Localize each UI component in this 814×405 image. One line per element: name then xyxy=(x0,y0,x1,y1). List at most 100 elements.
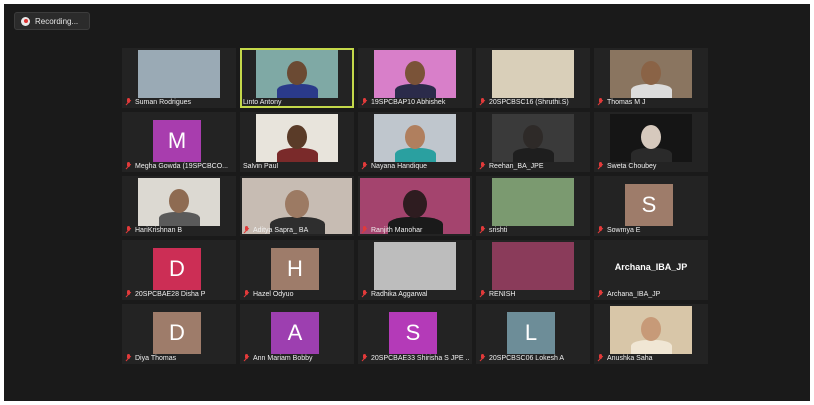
participant-face xyxy=(404,60,426,85)
participant-name-tag: srishti xyxy=(479,226,588,234)
participant-body xyxy=(276,147,318,162)
participant-tile[interactable]: D Diya Thomas xyxy=(122,304,236,364)
mic-muted-icon xyxy=(125,290,132,298)
participant-name: Ann Mariam Bobby xyxy=(253,354,313,362)
participant-tile[interactable]: Sweta Choubey xyxy=(594,112,708,172)
mic-muted-icon xyxy=(597,354,604,362)
participant-tile[interactable]: L 20SPCBSC06 Lokesh A xyxy=(476,304,590,364)
participant-tile[interactable]: 20SPCBSC16 (Shruthi.S) xyxy=(476,48,590,108)
participant-tile[interactable]: HariKrishnan B xyxy=(122,176,236,236)
mic-muted-icon xyxy=(479,354,486,362)
participant-name-tag: RENISH xyxy=(479,290,588,298)
participant-name: Hazel Odyuo xyxy=(253,290,294,298)
mic-muted-icon xyxy=(125,226,132,234)
participant-face xyxy=(286,60,308,85)
participant-avatar: S xyxy=(389,312,437,354)
participant-name: Radhika Aggarwal xyxy=(371,290,428,298)
participant-name-tag: Salvin Paul xyxy=(243,163,352,170)
participant-body xyxy=(630,83,672,98)
participant-video xyxy=(610,114,692,162)
participant-tile[interactable]: Suman Rodrigues xyxy=(122,48,236,108)
mic-muted-icon xyxy=(479,290,486,298)
participant-body xyxy=(394,83,436,98)
participant-video xyxy=(374,50,456,98)
participant-name: Salvin Paul xyxy=(243,163,279,170)
participant-tile[interactable]: Salvin Paul xyxy=(240,112,354,172)
mic-muted-icon xyxy=(361,354,368,362)
mic-muted-icon xyxy=(479,162,486,170)
participant-body xyxy=(512,147,554,162)
participant-body xyxy=(630,147,672,162)
participant-name: Anushka Saha xyxy=(607,354,653,362)
participant-picture xyxy=(492,50,574,98)
participant-name-tag: Ranjith Manohar xyxy=(361,226,470,234)
participant-face xyxy=(640,316,662,341)
participant-name: 19SPCBAP10 Abhishek xyxy=(371,98,446,106)
participant-tile[interactable]: RENISH xyxy=(476,240,590,300)
participant-avatar: D xyxy=(153,312,201,354)
participant-name: Sweta Choubey xyxy=(607,162,657,170)
participant-name: HariKrishnan B xyxy=(135,226,183,234)
participant-name: 20SPCBSC06 Lokesh A xyxy=(489,354,565,362)
participant-tile[interactable]: D 20SPCBAE28 Disha P xyxy=(122,240,236,300)
participant-tile[interactable]: S Sowmya E xyxy=(594,176,708,236)
participant-tile[interactable]: Anushka Saha xyxy=(594,304,708,364)
participant-face xyxy=(168,188,190,213)
participant-tile[interactable]: srishti xyxy=(476,176,590,236)
participant-avatar: S xyxy=(625,184,673,226)
participant-tile[interactable]: Thomas M J xyxy=(594,48,708,108)
participant-tile[interactable]: Nayana Handique xyxy=(358,112,472,172)
participant-name-tag: Megha Gowda (19SPCBCO... xyxy=(125,162,234,170)
participant-name: 20SPCBAE33 Shirisha S JPE ... xyxy=(371,354,470,362)
participant-name-tag: Sweta Choubey xyxy=(597,162,706,170)
participant-name: Nayana Handique xyxy=(371,162,428,170)
participant-avatar: A xyxy=(271,312,319,354)
participant-name: srishti xyxy=(489,226,508,234)
participant-tile[interactable]: H Hazel Odyuo xyxy=(240,240,354,300)
participant-name: 20SPCBAE28 Disha P xyxy=(135,290,206,298)
participant-tile[interactable]: A Ann Mariam Bobby xyxy=(240,304,354,364)
participant-avatar: H xyxy=(271,248,319,290)
participant-name-tag: Archana_IBA_JP xyxy=(597,290,706,298)
participant-name: Sowmya E xyxy=(607,226,641,234)
meeting-window: Recording... Suman Rodrigues Linto Antony… xyxy=(4,4,810,401)
participant-name: Archana_IBA_JP xyxy=(607,290,661,298)
participant-name-tag: Hazel Odyuo xyxy=(243,290,352,298)
participant-name-tag: Aditya Sapra_ BA xyxy=(243,226,352,234)
participant-face xyxy=(404,124,426,149)
participant-tile[interactable]: Reehan_BA_JPE xyxy=(476,112,590,172)
recording-indicator[interactable]: Recording... xyxy=(14,12,90,30)
participant-name-tag: Thomas M J xyxy=(597,98,706,106)
participant-picture xyxy=(492,178,574,226)
participant-video xyxy=(138,178,220,226)
participant-body xyxy=(158,211,200,226)
participant-tile[interactable]: Radhika Aggarwal xyxy=(358,240,472,300)
participant-tile[interactable]: Aditya Sapra_ BA xyxy=(240,176,354,236)
participant-name: 20SPCBSC16 (Shruthi.S) xyxy=(489,98,569,106)
participant-name: Aditya Sapra_ BA xyxy=(253,226,309,234)
participant-tile[interactable]: Archana_IBA_JP Archana_IBA_JP xyxy=(594,240,708,300)
participant-tile[interactable]: S 20SPCBAE33 Shirisha S JPE ... xyxy=(358,304,472,364)
mic-muted-icon xyxy=(125,98,132,106)
participant-tile[interactable]: M Megha Gowda (19SPCBCO... xyxy=(122,112,236,172)
participant-video xyxy=(374,114,456,162)
participant-face xyxy=(640,124,662,149)
participant-name: Diya Thomas xyxy=(135,354,177,362)
participant-name-tag: Diya Thomas xyxy=(125,354,234,362)
participant-tile[interactable]: 19SPCBAP10 Abhishek xyxy=(358,48,472,108)
participant-tile[interactable]: Linto Antony xyxy=(240,48,354,108)
participant-picture xyxy=(374,242,456,290)
mic-muted-icon xyxy=(243,226,250,234)
participant-name-tag: 20SPCBAE33 Shirisha S JPE ... xyxy=(361,354,470,362)
participant-face xyxy=(403,190,427,219)
participant-name: Megha Gowda (19SPCBCO... xyxy=(135,162,228,170)
participant-tile[interactable]: Ranjith Manohar xyxy=(358,176,472,236)
participant-face xyxy=(286,124,308,149)
participant-picture xyxy=(138,50,220,98)
participant-name-tag: 20SPCBAE28 Disha P xyxy=(125,290,234,298)
recording-label: Recording... xyxy=(35,16,79,26)
participant-name-tag: Radhika Aggarwal xyxy=(361,290,470,298)
participant-display-name: Archana_IBA_JP xyxy=(614,262,688,272)
mic-muted-icon xyxy=(361,162,368,170)
participant-name-tag: Reehan_BA_JPE xyxy=(479,162,588,170)
